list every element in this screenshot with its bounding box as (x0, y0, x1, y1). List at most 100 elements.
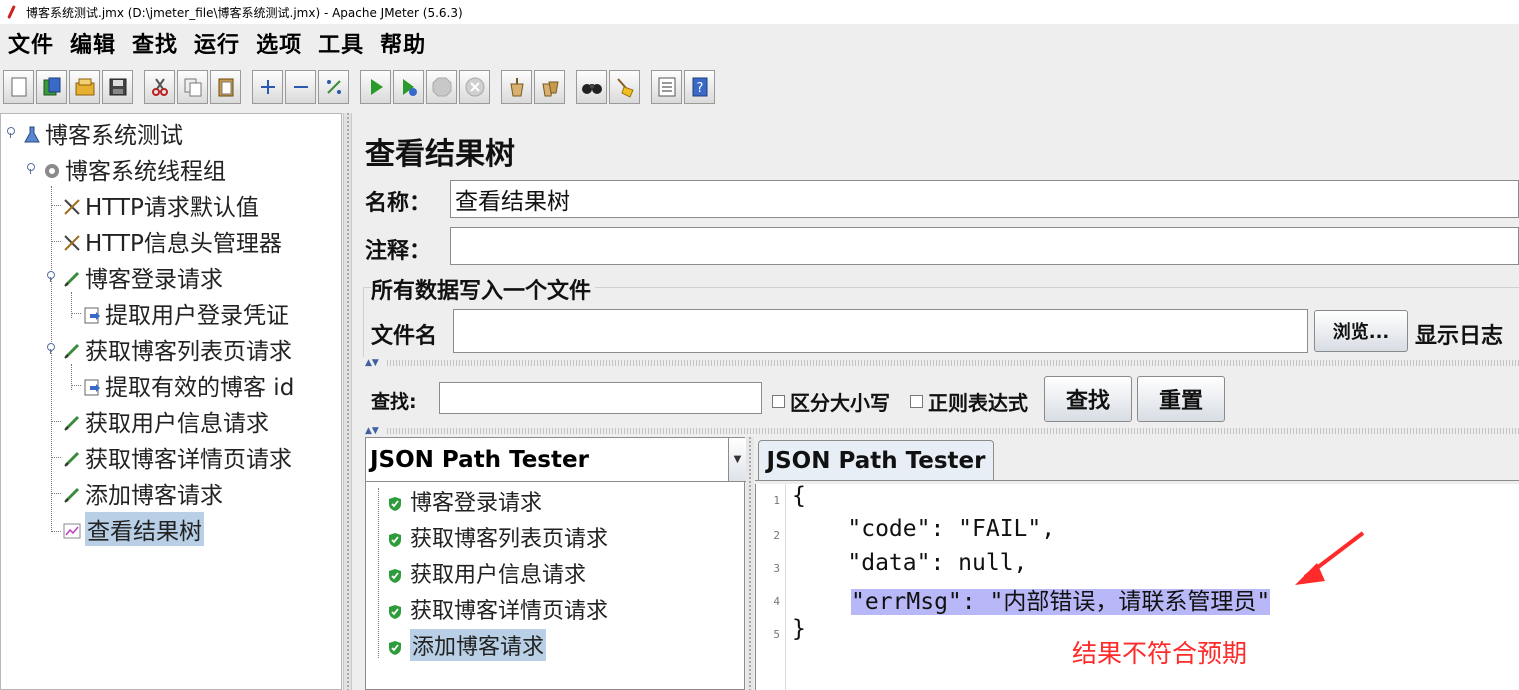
tree-node-blog-detail-request[interactable]: 获取博客详情页请求 (63, 440, 292, 474)
tree-node-extract-login-token[interactable]: 提取用户登录凭证 (83, 296, 289, 330)
filename-label: 文件名 (371, 324, 438, 349)
collapse-icon (293, 86, 308, 88)
collapse-button[interactable] (285, 70, 316, 104)
copy-button[interactable] (177, 70, 208, 104)
red-arrow-annotation (1295, 531, 1365, 585)
function-helper-button[interactable] (651, 70, 682, 104)
line-number: 2 (773, 529, 780, 542)
result-item[interactable]: 获取博客列表页请求 (388, 520, 608, 554)
start-icon (370, 79, 383, 95)
search-button[interactable] (576, 70, 607, 104)
graph-icon (63, 520, 81, 539)
line-number-gutter: 1 2 3 4 5 (756, 484, 786, 690)
code-line: { (792, 483, 806, 509)
wrench-icon (63, 196, 81, 215)
clear-all-button[interactable] (534, 70, 565, 104)
result-item[interactable]: 获取用户信息请求 (388, 556, 586, 590)
success-shield-icon (388, 493, 402, 511)
menu-help[interactable]: 帮助 (380, 27, 426, 59)
paste-icon (218, 78, 233, 97)
stop-button[interactable] (426, 70, 457, 104)
pipette-icon (63, 484, 81, 503)
browse-button[interactable]: 浏览... (1314, 310, 1408, 352)
filename-field[interactable] (453, 309, 1308, 353)
chevron-down-icon[interactable]: ▼ (728, 438, 746, 481)
tree-toggle[interactable] (7, 125, 15, 138)
tree-node-user-info-request[interactable]: 获取用户信息请求 (63, 404, 269, 438)
toolbar: ? (0, 66, 1519, 108)
menu-search[interactable]: 查找 (132, 27, 178, 59)
tree-node-login-request[interactable]: 博客登录请求 (63, 260, 223, 294)
window-title: 博客系统测试.jmx (D:\jmeter_file\博客系统测试.jmx) -… (26, 5, 463, 20)
tree-node-http-defaults[interactable]: HTTP请求默认值 (63, 188, 259, 222)
result-item[interactable]: 博客登录请求 (388, 484, 542, 518)
reset-search-button[interactable] (609, 70, 640, 104)
code-line: } (792, 616, 806, 642)
split-arrows-icon[interactable]: ▲▼ (365, 359, 379, 368)
tree-node-extract-blog-id[interactable]: 提取有效的博客 id (83, 368, 294, 402)
menu-bar: 文件 编辑 查找 运行 选项 工具 帮助 (0, 24, 1519, 62)
page-title: 查看结果树 (365, 137, 515, 172)
success-shield-icon (388, 601, 402, 619)
case-sensitive-checkbox[interactable]: 区分大小写 (772, 387, 890, 416)
broom-icon (616, 78, 634, 98)
start-no-pauses-button[interactable] (393, 70, 424, 104)
tree-toggle[interactable] (47, 341, 55, 354)
start-button[interactable] (360, 70, 391, 104)
cut-button[interactable] (144, 70, 175, 104)
shutdown-icon (465, 77, 484, 97)
tree-toggle[interactable] (47, 269, 55, 282)
cut-icon (151, 78, 168, 96)
search-label: 查找: (371, 391, 417, 413)
menu-options[interactable]: 选项 (256, 27, 302, 59)
success-shield-icon (388, 565, 402, 583)
tree-node-thread-group[interactable]: 博客系统线程组 (43, 152, 226, 186)
results-splitter[interactable] (746, 437, 754, 690)
search-input[interactable] (439, 382, 762, 414)
split-arrows-icon[interactable]: ▲▼ (365, 427, 379, 436)
reset-button[interactable]: 重置 (1137, 376, 1225, 422)
tree-node-add-blog-request[interactable]: 添加博客请求 (63, 476, 223, 510)
templates-button[interactable] (36, 70, 67, 104)
binoculars-icon (581, 84, 602, 94)
regex-checkbox[interactable]: 正则表达式 (910, 387, 1028, 416)
jmeter-window: 博客系统测试.jmx (D:\jmeter_file\博客系统测试.jmx) -… (0, 0, 1519, 690)
renderer-select[interactable]: JSON Path Tester ▼ (366, 438, 746, 482)
main-splitter[interactable] (343, 113, 352, 690)
new-button[interactable] (3, 70, 34, 104)
shutdown-button[interactable] (459, 70, 490, 104)
menu-run[interactable]: 运行 (194, 27, 240, 59)
tree-toggle[interactable] (27, 161, 35, 174)
success-shield-icon (388, 637, 402, 655)
help-button[interactable]: ? (684, 70, 715, 104)
tree-node-view-results-tree[interactable]: 查看结果树 (63, 512, 204, 546)
toggle-button[interactable] (318, 70, 349, 104)
menu-edit[interactable]: 编辑 (70, 27, 116, 59)
open-icon (75, 78, 94, 96)
expand-button[interactable] (252, 70, 283, 104)
code-line: "data": null, (792, 550, 1028, 576)
pipette-icon (63, 412, 81, 431)
flask-icon (23, 124, 41, 143)
tree-node-test-plan[interactable]: 博客系统测试 (23, 116, 183, 150)
jmeter-feather-icon (4, 5, 18, 19)
result-item[interactable]: 获取博客详情页请求 (388, 592, 608, 626)
clear-button[interactable] (501, 70, 532, 104)
tab-json-path-tester[interactable]: JSON Path Tester (758, 440, 994, 481)
menu-file[interactable]: 文件 (8, 27, 54, 59)
find-button[interactable]: 查找 (1044, 376, 1132, 422)
menu-tools[interactable]: 工具 (318, 27, 364, 59)
new-icon (11, 77, 26, 97)
save-button[interactable] (102, 70, 133, 104)
comment-field[interactable] (450, 227, 1519, 265)
code-line-highlighted: "errMsg": "内部错误，请联系管理员" (851, 589, 1271, 615)
log-label: 显示日志 (1415, 324, 1504, 349)
name-field[interactable]: 查看结果树 (450, 180, 1519, 218)
tree-node-header-manager[interactable]: HTTP信息头管理器 (63, 224, 282, 258)
result-item-selected[interactable]: 添加博客请求 (388, 628, 547, 662)
code-line: "code": "FAIL", (792, 516, 1056, 542)
paste-button[interactable] (210, 70, 241, 104)
tree-node-blog-list-request[interactable]: 获取博客列表页请求 (63, 332, 292, 366)
open-button[interactable] (69, 70, 100, 104)
checkbox-box (772, 395, 785, 408)
